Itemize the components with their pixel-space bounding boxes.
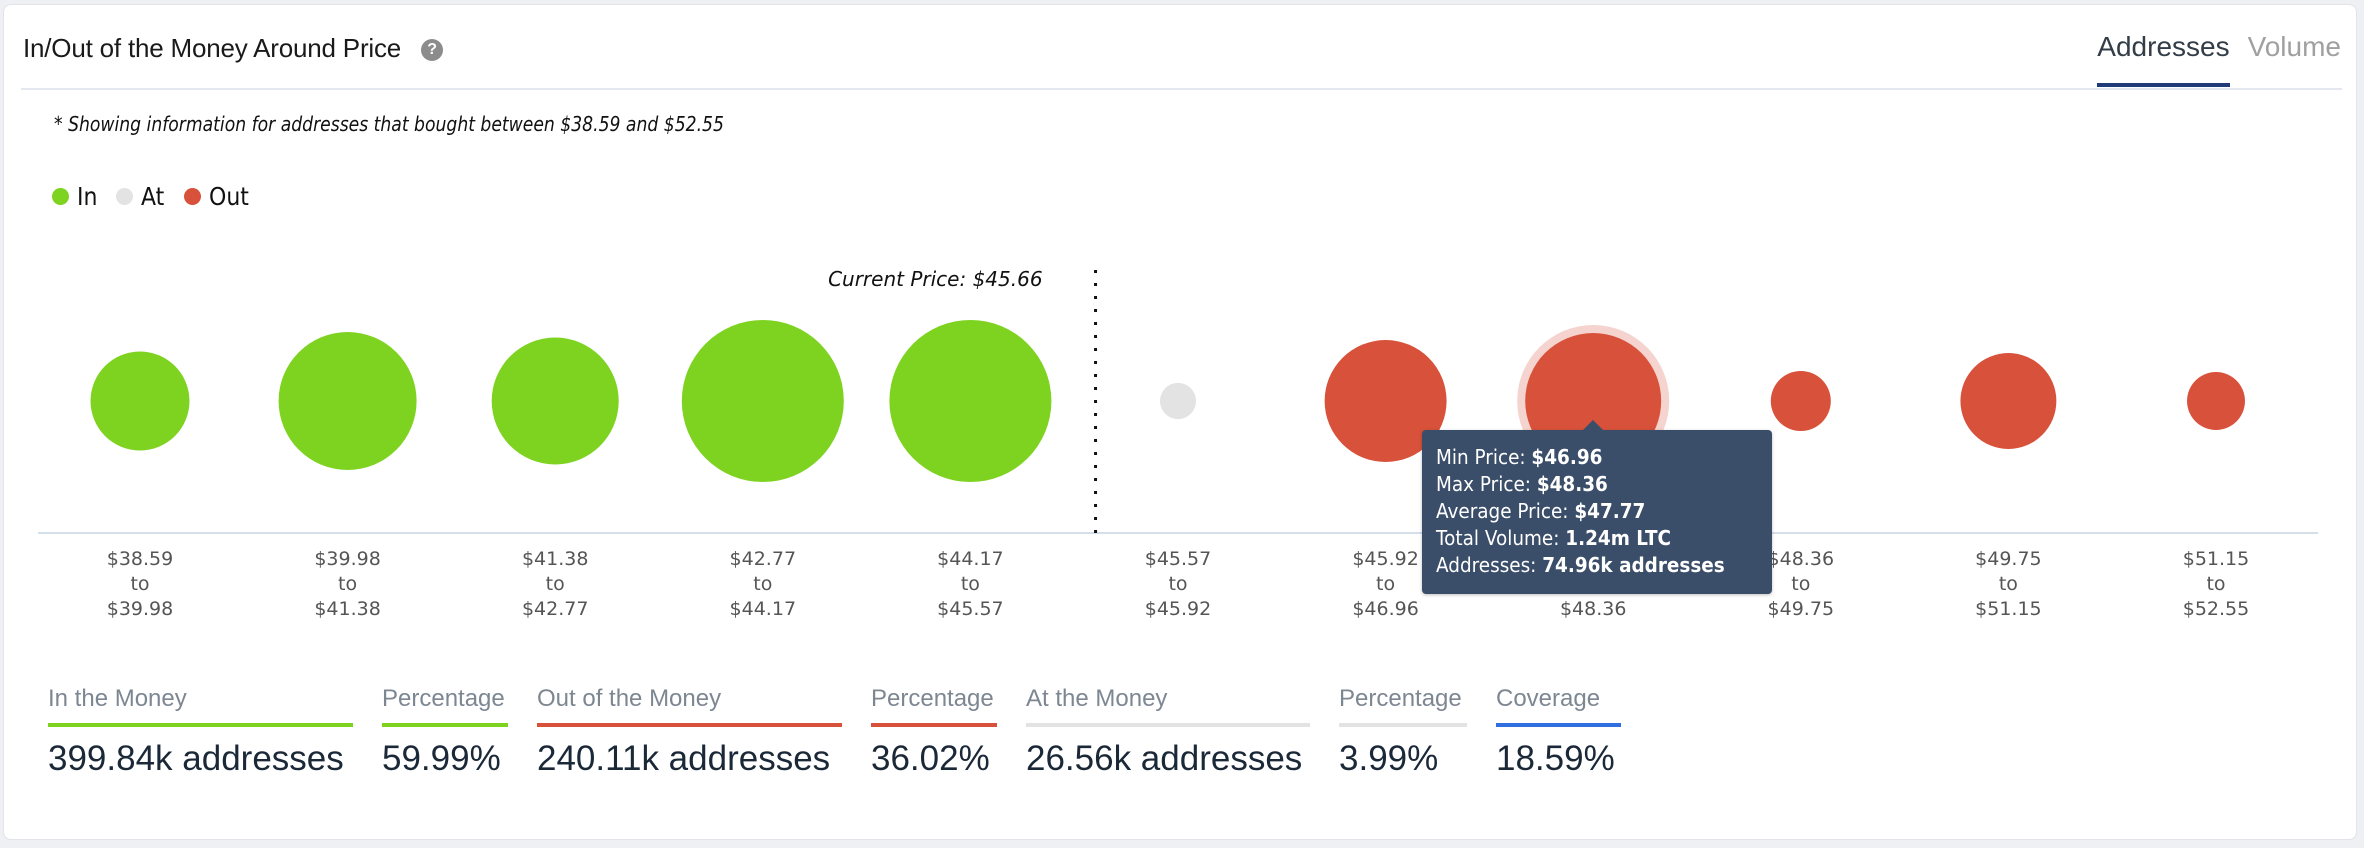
tick-label-connector: to: [546, 573, 565, 595]
tooltip-arrow: [1583, 420, 1604, 430]
tick-label-max: $45.57: [937, 598, 1003, 620]
stat-value: 59.99%: [382, 739, 501, 778]
stat-out-of-the-money: Out of the Money 240.11k addresses: [537, 685, 842, 779]
bubble-chart: $38.59 to $39.98 $39.98 to $41.38 $41.38 to $42.…: [38, 267, 2318, 620]
tick-label-min: $42.77: [730, 548, 796, 570]
stat-value: 36.02%: [871, 739, 990, 778]
stat-in-the-money: In the Money 399.84k addresses: [48, 685, 353, 779]
stat-underline: [382, 723, 508, 727]
tick-label-connector: to: [1791, 573, 1810, 595]
bubble-out[interactable]: [1960, 353, 2057, 449]
stat-at-the-money: At the Money 26.56k addresses: [1026, 685, 1310, 779]
tick-label-max: $39.98: [107, 598, 173, 620]
stat-label: Coverage: [1496, 685, 1601, 712]
tick-label-max: $46.96: [1352, 598, 1418, 620]
tick-label-max: $51.15: [1975, 598, 2041, 620]
stat-label: Percentage: [1339, 685, 1462, 712]
stat-label: At the Money: [1026, 685, 1168, 712]
stat-value: 240.11k addresses: [537, 739, 831, 778]
tick-label-min: $38.59: [107, 548, 173, 570]
tick-label-min: $45.92: [1352, 548, 1418, 570]
tick-label-connector: to: [1376, 573, 1395, 595]
bubble-in[interactable]: [278, 332, 417, 470]
tick-label-max: $49.75: [1768, 598, 1834, 620]
bubble-in[interactable]: [90, 351, 190, 451]
tick-label-connector: to: [2206, 573, 2225, 595]
tick-label-max: $44.17: [730, 598, 796, 620]
stat-underline: [48, 723, 353, 727]
stat-underline: [1496, 723, 1621, 727]
stat-value: 399.84k addresses: [48, 739, 344, 778]
stat-underline: [1339, 723, 1467, 727]
stat-value: 18.59%: [1496, 739, 1615, 778]
tooltip-total-volume: Total Volume: 1.24m LTC: [1436, 526, 1672, 550]
tick-label-max: $42.77: [522, 598, 588, 620]
stat-label: In the Money: [48, 685, 187, 712]
bubble-at[interactable]: [1159, 382, 1197, 420]
stat-underline: [537, 723, 842, 727]
tooltip-addresses: Addresses: 74.96k addresses: [1436, 553, 1725, 577]
stat-underline: [871, 723, 997, 727]
tick-label-min: $45.57: [1145, 548, 1211, 570]
stat-underline: [1026, 723, 1310, 727]
bubble-in[interactable]: [681, 320, 844, 482]
tick-label-connector: to: [130, 573, 149, 595]
tick-label-max: $45.92: [1145, 598, 1211, 620]
bubble-out[interactable]: [1770, 370, 1831, 432]
stat-label: Percentage: [871, 685, 994, 712]
tooltip-max-price: Max Price: $48.36: [1436, 472, 1608, 496]
tick-label-max: $52.55: [2183, 598, 2249, 620]
tick-label-connector: to: [1168, 573, 1187, 595]
stat-coverage: Coverage 18.59%: [1496, 685, 1621, 779]
tick-label-max: $48.36: [1560, 598, 1626, 620]
tick-label-min: $41.38: [522, 548, 588, 570]
bubble-out[interactable]: [2187, 372, 2245, 430]
tooltip-average-price: Average Price: $47.77: [1436, 499, 1646, 523]
bubble-in[interactable]: [491, 337, 619, 465]
stat-label: Out of the Money: [537, 685, 722, 712]
stat-label: Percentage: [382, 685, 505, 712]
stat-in-percentage: Percentage 59.99%: [382, 685, 508, 779]
tick-label-connector: to: [338, 573, 357, 595]
stat-value: 26.56k addresses: [1026, 739, 1303, 778]
tick-label-connector: to: [961, 573, 980, 595]
stat-at-percentage: Percentage 3.99%: [1339, 685, 1467, 779]
tick-label-min: $44.17: [937, 548, 1003, 570]
tick-label-connector: to: [753, 573, 772, 595]
tick-label-connector: to: [1999, 573, 2018, 595]
bubble-in[interactable]: [889, 320, 1052, 482]
summary-stats: In the Money 399.84k addresses Percentag…: [48, 685, 1650, 779]
tick-label-min: $39.98: [314, 548, 380, 570]
tick-label-min: $49.75: [1975, 548, 2041, 570]
tick-label-min: $51.15: [2183, 548, 2249, 570]
bin-tooltip: Min Price: $46.96 Max Price: $48.36 Aver…: [1422, 420, 1772, 594]
tick-label-max: $41.38: [314, 598, 380, 620]
tooltip-min-price: Min Price: $46.96: [1436, 445, 1603, 469]
stat-value: 3.99%: [1339, 739, 1439, 778]
tick-label-min: $48.36: [1768, 548, 1834, 570]
current-price-label: Current Price: $45.66: [828, 267, 1042, 291]
stat-out-percentage: Percentage 36.02%: [871, 685, 997, 779]
